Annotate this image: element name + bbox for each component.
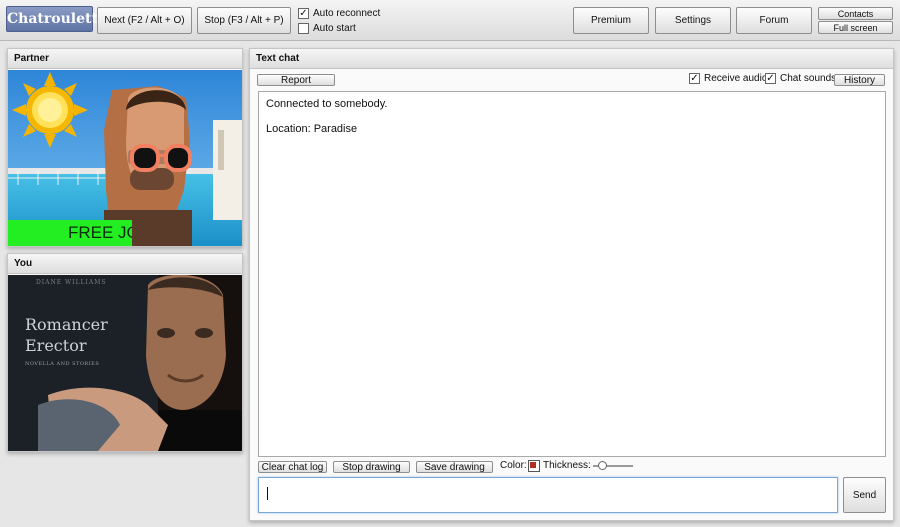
checkbox-box[interactable] — [298, 23, 309, 34]
slider-thumb[interactable] — [598, 461, 607, 470]
next-button[interactable]: Next (F2 / Alt + O) — [97, 7, 192, 34]
partner-video: FREE JO — [8, 70, 242, 246]
partner-video-frame — [8, 70, 242, 246]
color-label: Color: — [500, 460, 527, 471]
auto-reconnect-checkbox[interactable]: ✓ Auto reconnect — [298, 8, 380, 19]
you-panel: You DIANE WILLIAMS Romancer Erector NOVE… — [7, 253, 243, 452]
color-swatch[interactable] — [528, 460, 540, 472]
contacts-button[interactable]: Contacts — [818, 7, 893, 20]
auto-start-label: Auto start — [313, 23, 356, 34]
auto-reconnect-label: Auto reconnect — [313, 8, 381, 19]
chat-message: Connected to somebody. — [266, 98, 388, 110]
top-toolbar: Chatroulette Next (F2 / Alt + O) Stop (F… — [0, 0, 900, 41]
free-banner-text: FREE JO — [68, 223, 132, 242]
chat-log[interactable]: Connected to somebody. Location: Paradis… — [258, 91, 886, 457]
clear-chat-log-button[interactable]: Clear chat log — [258, 461, 327, 473]
book-subtitle: NOVELLA AND STORIES — [25, 361, 100, 367]
color-swatch-fill — [530, 462, 536, 468]
checkbox-box[interactable]: ✓ — [298, 8, 309, 19]
report-button[interactable]: Report — [257, 74, 335, 86]
checkbox-box[interactable]: ✓ — [765, 73, 776, 84]
partner-panel: Partner FREE J — [7, 48, 243, 247]
stop-button[interactable]: Stop (F3 / Alt + P) — [197, 7, 291, 34]
message-input[interactable] — [258, 477, 838, 513]
checkbox-box[interactable]: ✓ — [689, 73, 700, 84]
book-author: DIANE WILLIAMS — [36, 279, 107, 286]
receive-audio-checkbox[interactable]: ✓ Receive audio — [689, 73, 767, 84]
chat-message: Location: Paradise — [266, 123, 358, 135]
forum-button[interactable]: Forum — [736, 7, 812, 34]
fullscreen-button[interactable]: Full screen — [818, 21, 893, 34]
thickness-label: Thickness: — [543, 460, 591, 471]
book-title-line1: Romancer — [25, 315, 108, 334]
send-button[interactable]: Send — [843, 477, 886, 513]
stop-drawing-button[interactable]: Stop drawing — [333, 461, 410, 473]
app-logo[interactable]: Chatroulette — [6, 6, 107, 32]
partner-title: Partner — [8, 49, 242, 69]
premium-button[interactable]: Premium — [573, 7, 649, 34]
thickness-slider[interactable] — [593, 461, 633, 471]
you-title: You — [8, 254, 242, 274]
settings-button[interactable]: Settings — [655, 7, 731, 34]
auto-start-checkbox[interactable]: Auto start — [298, 23, 356, 34]
chat-sounds-checkbox[interactable]: ✓ Chat sounds — [765, 73, 836, 84]
book-title-line2: Erector — [25, 336, 87, 355]
self-video: DIANE WILLIAMS Romancer Erector NOVELLA … — [8, 275, 242, 451]
receive-audio-label: Receive audio — [704, 73, 768, 84]
history-button[interactable]: History — [834, 74, 885, 86]
save-drawing-button[interactable]: Save drawing — [416, 461, 493, 473]
chat-sounds-label: Chat sounds — [780, 73, 837, 84]
text-chat-title: Text chat — [250, 49, 893, 69]
text-caret — [267, 487, 268, 500]
text-chat-panel: Text chat Report ✓ Receive audio ✓ Chat … — [249, 48, 894, 521]
